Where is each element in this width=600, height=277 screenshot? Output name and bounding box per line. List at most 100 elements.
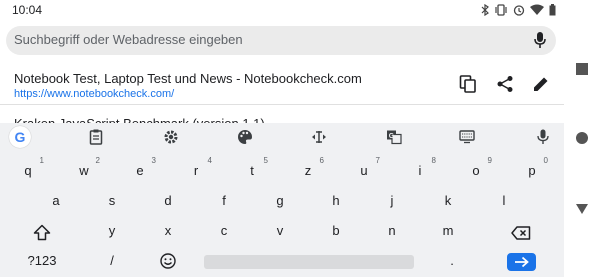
battery-icon	[549, 4, 556, 16]
key-hint: 7	[375, 156, 380, 165]
keyboard-mode-icon[interactable]	[459, 129, 475, 145]
voice-input-icon[interactable]	[535, 129, 551, 145]
edit-icon[interactable]	[532, 75, 550, 93]
shift-icon[interactable]	[33, 224, 51, 241]
key-label: /	[110, 253, 114, 268]
navigation-bar	[564, 0, 600, 277]
key-j[interactable]: j	[364, 186, 420, 216]
key-a[interactable]: a	[28, 186, 84, 216]
key-label: p	[528, 163, 536, 178]
key-label: .	[450, 253, 454, 268]
key-label: v	[276, 223, 284, 238]
keyboard-toolbar: G G	[0, 123, 564, 151]
space-bar[interactable]	[204, 255, 414, 269]
key-hint: 6	[319, 156, 324, 165]
period-key[interactable]: .	[424, 246, 480, 276]
key-label: h	[332, 193, 340, 208]
key-label: w	[79, 163, 89, 178]
symbols-key[interactable]: ?123	[14, 246, 70, 276]
share-icon[interactable]	[496, 75, 514, 93]
key-label: z	[304, 163, 312, 178]
home-icon[interactable]	[575, 131, 589, 145]
url-bar[interactable]: Suchbegriff oder Webadresse eingeben	[6, 26, 556, 55]
palette-icon[interactable]	[237, 129, 253, 145]
key-hint: 3	[151, 156, 156, 165]
key-y[interactable]: y	[84, 216, 140, 246]
key-m[interactable]: m	[420, 216, 476, 246]
key-label: d	[164, 193, 172, 208]
key-q[interactable]: q1	[0, 156, 56, 186]
key-w[interactable]: w2	[56, 156, 112, 186]
key-label: ?123	[27, 253, 57, 268]
key-hint: 9	[487, 156, 492, 165]
svg-text:G: G	[15, 129, 26, 145]
suggestion-item[interactable]: Kraken JavaScript Benchmark (version 1.1…	[0, 106, 564, 124]
status-icons	[481, 3, 556, 17]
key-n[interactable]: n	[364, 216, 420, 246]
enter-key[interactable]	[507, 253, 536, 271]
key-label: e	[136, 163, 144, 178]
cursor-move-icon[interactable]	[311, 129, 327, 145]
key-hint: 2	[95, 156, 100, 165]
key-label: y	[108, 223, 116, 238]
svg-text:G: G	[389, 133, 395, 140]
key-h[interactable]: h	[308, 186, 364, 216]
key-f[interactable]: f	[196, 186, 252, 216]
suggestion-item[interactable]: Notebook Test, Laptop Test und News - No…	[0, 60, 564, 105]
vibrate-icon	[495, 4, 507, 16]
key-z[interactable]: z6	[280, 156, 336, 186]
alarm-icon	[513, 5, 525, 16]
key-label: s	[108, 193, 116, 208]
key-label: g	[276, 193, 284, 208]
settings-icon[interactable]	[163, 129, 179, 145]
backspace-icon[interactable]	[511, 226, 531, 240]
key-c[interactable]: c	[196, 216, 252, 246]
key-k[interactable]: k	[420, 186, 476, 216]
mic-icon[interactable]	[534, 32, 546, 49]
status-time: 10:04	[12, 3, 43, 17]
key-d[interactable]: d	[140, 186, 196, 216]
key-b[interactable]: b	[308, 216, 364, 246]
key-hint: 8	[431, 156, 436, 165]
key-label: x	[164, 223, 172, 238]
key-label: t	[250, 163, 254, 178]
key-i[interactable]: i8	[392, 156, 448, 186]
clipboard-icon[interactable]	[88, 129, 104, 145]
key-l[interactable]: l	[476, 186, 532, 216]
bluetooth-icon	[481, 4, 489, 16]
key-label: r	[193, 163, 199, 178]
key-label: q	[24, 163, 32, 178]
key-label: n	[388, 223, 396, 238]
key-hint: 1	[39, 156, 44, 165]
google-icon[interactable]: G	[9, 126, 31, 148]
emoji-icon[interactable]	[160, 253, 176, 269]
key-label: c	[220, 223, 228, 238]
android-screen: 10:04 Suchbegriff oder Webadresse eingeb…	[0, 0, 600, 277]
wifi-icon	[530, 4, 544, 15]
key-label: u	[360, 163, 368, 178]
key-g[interactable]: g	[252, 186, 308, 216]
slash-key[interactable]: /	[84, 246, 140, 276]
key-s[interactable]: s	[84, 186, 140, 216]
key-x[interactable]: x	[140, 216, 196, 246]
copy-icon[interactable]	[459, 75, 477, 93]
key-e[interactable]: e3	[112, 156, 168, 186]
key-label: l	[502, 193, 506, 208]
key-hint: 5	[263, 156, 268, 165]
recents-icon[interactable]	[575, 62, 589, 76]
suggestion-url[interactable]: https://www.notebookcheck.com/	[14, 88, 174, 100]
key-label: k	[444, 193, 452, 208]
status-bar: 10:04	[0, 0, 564, 20]
key-p[interactable]: p0	[504, 156, 560, 186]
key-t[interactable]: t5	[224, 156, 280, 186]
back-icon[interactable]	[575, 202, 589, 216]
key-v[interactable]: v	[252, 216, 308, 246]
translate-icon[interactable]: G	[386, 129, 402, 145]
suggestion-title[interactable]: Notebook Test, Laptop Test und News - No…	[14, 71, 362, 86]
url-input[interactable]: Suchbegriff oder Webadresse eingeben	[14, 32, 243, 47]
enter-arrow-icon	[515, 256, 529, 268]
key-label: f	[222, 193, 226, 208]
key-o[interactable]: o9	[448, 156, 504, 186]
key-r[interactable]: r4	[168, 156, 224, 186]
key-u[interactable]: u7	[336, 156, 392, 186]
